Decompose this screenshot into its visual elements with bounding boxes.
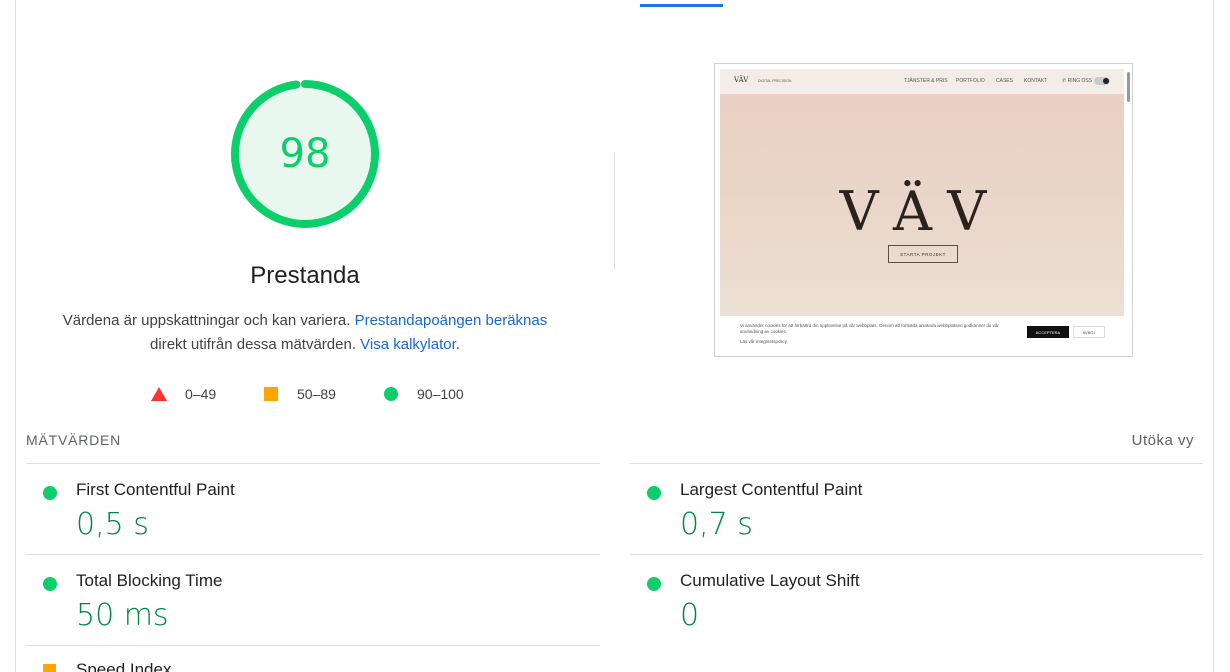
expand-view-link[interactable]: Utöka vy (1132, 432, 1194, 449)
metrics-divider (26, 463, 600, 464)
metrics-divider (630, 554, 1203, 555)
legend-label-fail: 0–49 (185, 386, 217, 402)
thumbnail-nav-item: KONTAKT (1024, 78, 1048, 84)
metric-name: Speed Index (76, 661, 172, 672)
metric-cumulative-layout-shift[interactable]: Cumulative Layout Shift 0 (630, 571, 1203, 633)
thumbnail-decline-button: AVBÖJ (1073, 326, 1105, 338)
thumbnail-accept-button: ACCEPTERA (1027, 326, 1069, 338)
metrics-divider (630, 463, 1203, 464)
metric-largest-contentful-paint[interactable]: Largest Contentful Paint 0,7 s (630, 480, 1203, 542)
metric-value: 0,5 s (76, 507, 149, 542)
thumbnail-nav-item: TJÄNSTER & PRIS (904, 78, 948, 84)
metrics-divider (26, 645, 600, 646)
metric-name: First Contentful Paint (76, 480, 235, 499)
red-triangle-icon (151, 387, 167, 401)
metric-name: Largest Contentful Paint (680, 480, 863, 499)
thumbnail-navbar: VÄV DIGITAL PRECISION TJÄNSTER & PRIS PO… (720, 69, 1124, 94)
metric-value: 50 ms (76, 598, 169, 633)
green-circle-icon (647, 486, 661, 500)
metric-speed-index[interactable]: Speed Index (26, 661, 600, 672)
legend-item-pass: 90–100 (384, 384, 464, 404)
description-text-3: . (455, 336, 460, 353)
green-circle-icon (384, 387, 398, 401)
thumbnail-nav-item: PORTFOLIO (956, 78, 985, 84)
orange-square-icon (264, 387, 278, 401)
thumbnail-tagline: DIGITAL PRECISION (758, 79, 792, 83)
legend-item-fail: 0–49 (151, 384, 216, 404)
thumbnail-logo: VÄV (734, 76, 749, 84)
metric-value: 0,7 s (680, 507, 753, 542)
description-text-2: direkt utifrån dessa mätvärden. (150, 336, 356, 353)
thumbnail-hero-title: VÄV (839, 180, 1005, 243)
legend-label-pass: 90–100 (417, 386, 464, 402)
performance-score-gauge[interactable]: 98 (229, 78, 381, 230)
performance-score: 98 (279, 131, 331, 177)
thumbnail-cookie-link: Läs vår integritetspolicy. (740, 339, 788, 344)
green-circle-icon (43, 577, 57, 591)
metric-total-blocking-time[interactable]: Total Blocking Time 50 ms (26, 571, 600, 633)
final-screenshot-thumbnail[interactable]: VÄV DIGITAL PRECISION TJÄNSTER & PRIS PO… (714, 63, 1133, 357)
thumbnail-toggle (1094, 77, 1110, 85)
thumbnail-phone-item: ✆ RING OSS (1062, 78, 1093, 84)
thumbnail-hero-button: STARTA PROJEKT (888, 245, 958, 263)
thumbnail-nav-item: RING OSS (1067, 78, 1093, 84)
thumbnail-cookie-banner: Vi använder cookies för att förbättra di… (720, 316, 1124, 356)
category-title: Prestanda (250, 262, 360, 289)
view-calculator-link[interactable]: Visa kalkylator (360, 336, 456, 353)
thumbnail-hero: VÄV STARTA PROJEKT (720, 94, 1124, 316)
legend-label-average: 50–89 (297, 386, 336, 402)
orange-square-icon (43, 664, 56, 672)
metrics-section-title: MÄTVÄRDEN (26, 432, 122, 448)
score-description: Värdena är uppskattningar och kan varier… (40, 309, 570, 357)
description-text-1: Värdena är uppskattningar och kan varier… (62, 312, 351, 329)
metric-name: Total Blocking Time (76, 571, 223, 590)
metrics-divider (26, 554, 600, 555)
thumbnail-cookie-text: Vi använder cookies för att förbättra di… (740, 323, 999, 334)
active-tab-indicator (640, 4, 723, 7)
green-circle-icon (647, 577, 661, 591)
thumbnail-nav-item: CASES (996, 78, 1013, 84)
metric-value: 0 (680, 598, 700, 633)
legend-item-average: 50–89 (264, 384, 336, 404)
thumbnail-scrollbar (1127, 72, 1130, 102)
score-calculation-link[interactable]: Prestandapoängen beräknas (355, 312, 548, 329)
green-circle-icon (43, 486, 57, 500)
vertical-divider (614, 152, 615, 270)
metric-name: Cumulative Layout Shift (680, 571, 860, 590)
metric-first-contentful-paint[interactable]: First Contentful Paint 0,5 s (26, 480, 600, 542)
